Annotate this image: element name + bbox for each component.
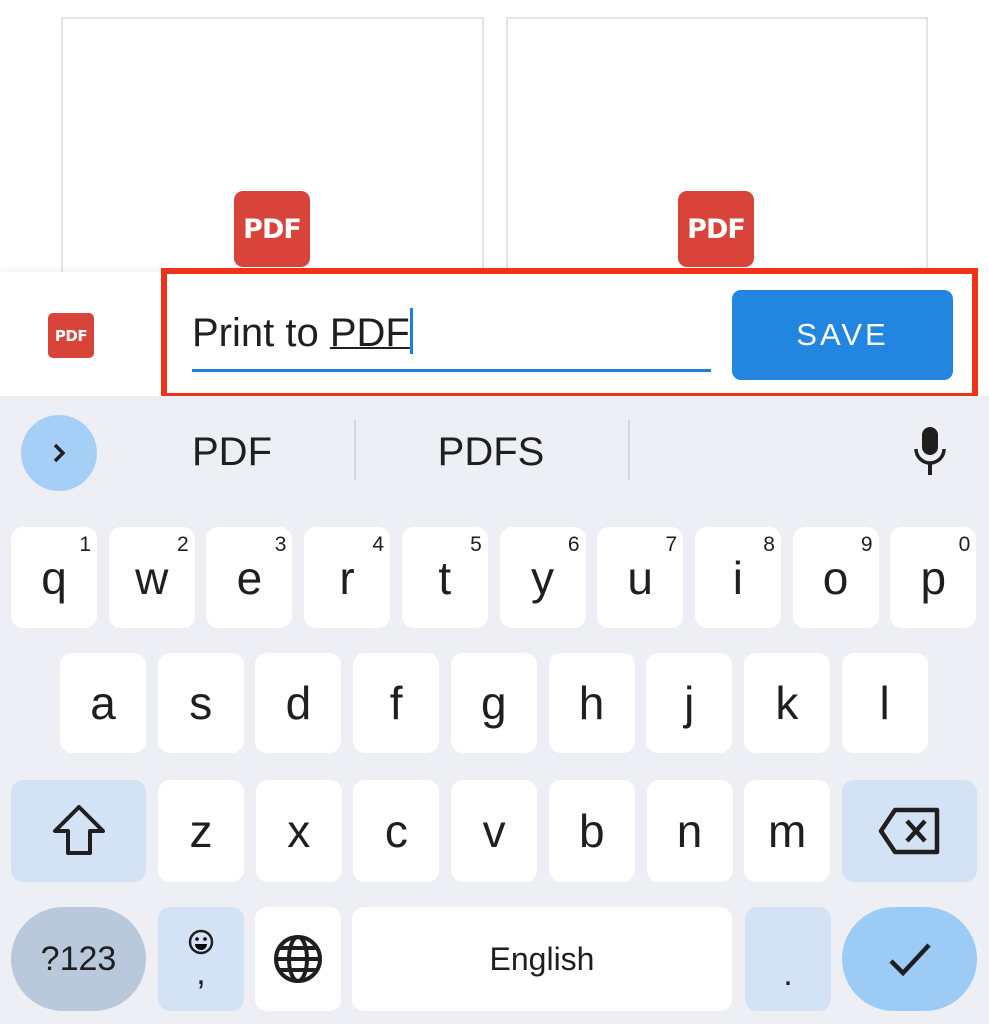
emoji-icon — [188, 929, 214, 955]
key-label: d — [285, 677, 312, 729]
key-t[interactable]: t5 — [401, 527, 488, 628]
key-d[interactable]: d — [255, 653, 342, 753]
enter-key[interactable] — [842, 907, 977, 1011]
key-label: l — [879, 677, 890, 729]
key-u[interactable]: u7 — [597, 527, 684, 628]
key-m[interactable]: m — [744, 780, 831, 882]
key-label: x — [287, 805, 311, 857]
key-label: m — [768, 805, 807, 857]
symbols-key[interactable]: ?123 — [11, 907, 146, 1011]
key-x[interactable]: x — [255, 780, 342, 882]
checkmark-icon — [888, 943, 931, 977]
key-hint: 1 — [79, 533, 91, 556]
key-k[interactable]: k — [743, 653, 830, 753]
highlight-box — [161, 268, 978, 399]
key-n[interactable]: n — [646, 780, 733, 882]
key-label: w — [135, 551, 169, 604]
key-label: h — [578, 677, 605, 729]
key-hint: 6 — [567, 533, 580, 556]
key-label: q — [41, 551, 67, 604]
key-w[interactable]: w2 — [108, 527, 195, 628]
key-label: f — [389, 677, 403, 729]
divider — [628, 420, 630, 480]
key-s[interactable]: s — [157, 653, 244, 753]
key-hint: 8 — [763, 533, 775, 556]
key-label: k — [775, 677, 799, 729]
key-i[interactable]: i8 — [694, 527, 781, 628]
key-label: c — [384, 805, 408, 857]
key-label: t — [438, 551, 452, 604]
expand-toolbar-button[interactable] — [21, 415, 97, 491]
backspace-key[interactable] — [842, 780, 977, 882]
key-label: s — [189, 677, 213, 729]
language-key[interactable] — [255, 907, 341, 1011]
globe-icon — [274, 935, 322, 983]
divider — [354, 420, 356, 480]
key-hint: 3 — [274, 533, 287, 556]
suggestion[interactable]: PDFS — [438, 430, 545, 475]
key-label: j — [684, 677, 695, 729]
key-label: r — [339, 551, 355, 604]
pdf-file-icon: PDF — [234, 191, 310, 267]
key-p[interactable]: p0 — [890, 527, 977, 628]
key-label: o — [822, 551, 849, 604]
key-label: ?123 — [40, 939, 117, 978]
key-label: v — [482, 805, 506, 857]
chevron-right-icon — [53, 443, 66, 463]
key-label: , — [196, 954, 206, 992]
key-a[interactable]: a — [60, 653, 146, 753]
key-label: g — [481, 677, 507, 729]
shift-key[interactable] — [11, 780, 146, 882]
key-j[interactable]: j — [646, 653, 733, 753]
key-hint: 9 — [860, 533, 873, 556]
key-label: n — [676, 805, 703, 857]
key-y[interactable]: y6 — [499, 527, 586, 628]
key-label: English — [489, 940, 595, 977]
key-label: z — [189, 805, 213, 857]
key-f[interactable]: f — [353, 653, 440, 753]
key-hint: 0 — [958, 533, 971, 556]
key-q[interactable]: q1 — [11, 527, 97, 628]
key-c[interactable]: c — [353, 780, 440, 882]
key-b[interactable]: b — [548, 780, 635, 882]
key-e[interactable]: e3 — [206, 527, 293, 628]
key-hint: 5 — [470, 533, 482, 556]
key-label: i — [732, 551, 743, 604]
key-label: u — [627, 551, 653, 604]
key-o[interactable]: o9 — [792, 527, 879, 628]
emoji-comma-key[interactable]: , — [158, 907, 244, 1011]
shift-icon — [52, 805, 105, 855]
key-label: . — [783, 954, 793, 993]
space-key[interactable]: English — [352, 907, 732, 1011]
suggestion[interactable]: PDF — [192, 430, 272, 475]
key-label: a — [90, 677, 116, 729]
key-hint: 2 — [177, 533, 189, 556]
key-g[interactable]: g — [450, 653, 537, 753]
key-h[interactable]: h — [548, 653, 635, 753]
key-label: b — [579, 805, 605, 857]
pdf-file-icon: PDF — [678, 191, 754, 267]
key-z[interactable]: z — [158, 780, 244, 882]
key-label: e — [236, 551, 263, 604]
key-v[interactable]: v — [451, 780, 538, 882]
key-label: p — [920, 551, 947, 604]
backspace-icon — [878, 807, 939, 855]
key-label: y — [531, 551, 554, 604]
key-l[interactable]: l — [841, 653, 928, 753]
key-hint: 4 — [372, 533, 385, 556]
key-hint: 7 — [665, 533, 678, 556]
period-key[interactable]: . — [745, 907, 831, 1011]
key-r[interactable]: r4 — [304, 527, 391, 628]
microphone-icon[interactable] — [910, 425, 950, 477]
pdf-app-icon: PDF — [48, 313, 94, 358]
